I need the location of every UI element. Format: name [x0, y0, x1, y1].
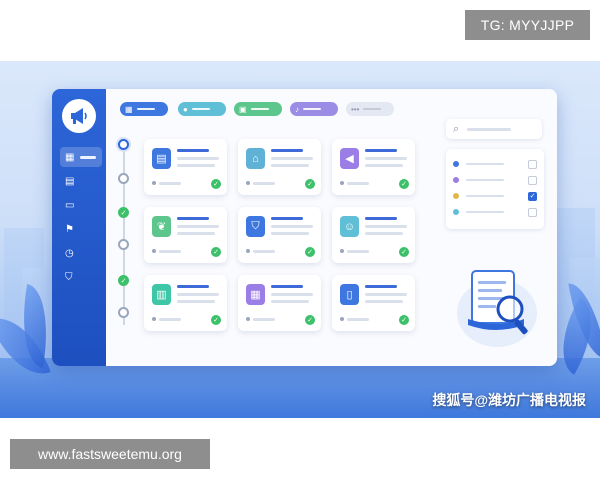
- filter-list: ✓: [446, 149, 544, 229]
- person-card-icon: ☺: [340, 216, 359, 237]
- task-card-environment[interactable]: ❦ ✓: [144, 207, 227, 263]
- document-icon: ▤: [152, 148, 171, 169]
- timeline-node-done[interactable]: ✓: [118, 207, 129, 218]
- building-icon: ⌂: [246, 148, 265, 169]
- chip-users[interactable]: ●: [178, 102, 226, 116]
- more-icon: •••: [351, 104, 360, 114]
- filter-row[interactable]: ✓: [453, 191, 537, 201]
- filter-row[interactable]: [453, 175, 537, 185]
- timeline-node[interactable]: [118, 307, 129, 318]
- check-icon: ✓: [211, 179, 221, 189]
- task-card-document[interactable]: ▤ ✓: [144, 139, 227, 195]
- filter-row[interactable]: [453, 159, 537, 169]
- timeline-node-done[interactable]: ✓: [118, 275, 129, 286]
- progress-timeline: [123, 141, 125, 325]
- search-icon: ⌕: [453, 122, 460, 135]
- megaphone-icon: ◀: [340, 148, 359, 169]
- chip-more[interactable]: •••: [346, 102, 394, 116]
- page: TG: MYYJJPP ▦ ▤ ▭ ⚑ ◷ ⛉ ▦ ● ▣ ♪ ••• ✓ ✓ …: [0, 0, 600, 480]
- right-panel: ⌕ ✓: [446, 103, 544, 363]
- sidebar-item-security[interactable]: ⛉: [60, 267, 100, 287]
- leaf-icon: ❦: [152, 216, 171, 237]
- url-badge: www.fastsweetemu.org: [10, 439, 210, 469]
- sidebar-item-documents[interactable]: ▤: [60, 171, 100, 191]
- search-input[interactable]: ⌕: [446, 119, 542, 139]
- timeline-node[interactable]: [118, 173, 129, 184]
- main-content: ▦ ● ▣ ♪ ••• ✓ ✓ ▤ ✓ ⌂ ✓ ◀ ✓ ❦ ✓ ⛉ ✓ ☺ ✓ …: [106, 89, 557, 366]
- timeline-node-current[interactable]: [118, 139, 129, 150]
- image-icon: ▣: [239, 104, 247, 114]
- check-icon: ✓: [399, 247, 409, 257]
- sidebar-item-history[interactable]: ◷: [60, 243, 100, 263]
- check-icon: ✓: [305, 179, 315, 189]
- timeline-node[interactable]: [118, 239, 129, 250]
- sidebar-item-dashboard[interactable]: ▦: [60, 147, 102, 167]
- shield-check-icon: ⛉: [246, 216, 265, 237]
- user-icon: ●: [183, 104, 188, 114]
- filter-checkbox[interactable]: [528, 175, 537, 185]
- task-card-building[interactable]: ⌂ ✓: [238, 139, 321, 195]
- check-icon: ✓: [211, 247, 221, 257]
- chip-grid[interactable]: ▦: [120, 102, 168, 116]
- megaphone-icon[interactable]: [62, 99, 96, 133]
- chip-notifications[interactable]: ♪: [290, 102, 338, 116]
- sidebar-item-folders[interactable]: ▭: [60, 195, 100, 215]
- document-icon: ▤: [65, 175, 75, 187]
- bell-icon: ♪: [295, 104, 299, 114]
- banner-scene: ▦ ▤ ▭ ⚑ ◷ ⛉ ▦ ● ▣ ♪ ••• ✓ ✓ ▤ ✓ ⌂ ✓ ◀ ✓ …: [0, 61, 600, 418]
- check-icon: ✓: [399, 179, 409, 189]
- bar-chart-icon: ▥: [152, 284, 171, 305]
- book-icon: ▯: [340, 284, 359, 305]
- clipboard-icon: ▦: [246, 284, 265, 305]
- task-card-checklist[interactable]: ▦ ✓: [238, 275, 321, 331]
- shield-icon: ⛉: [65, 271, 73, 283]
- grid-icon: ▦: [65, 151, 75, 163]
- watermark-text: 搜狐号@潍坊广播电视报: [432, 392, 586, 408]
- chip-images[interactable]: ▣: [234, 102, 282, 116]
- grid-icon: ▦: [125, 104, 133, 114]
- filter-checkbox[interactable]: [528, 207, 537, 217]
- filter-row[interactable]: [453, 207, 537, 217]
- check-icon: ✓: [211, 315, 221, 325]
- task-card-announcement[interactable]: ◀ ✓: [332, 139, 415, 195]
- clock-icon: ◷: [65, 247, 74, 259]
- magnifier-document-icon: [454, 253, 540, 349]
- sidebar-item-flags[interactable]: ⚑: [60, 219, 100, 239]
- task-card-identity[interactable]: ☺ ✓: [332, 207, 415, 263]
- top-right-badge: TG: MYYJJPP: [465, 10, 590, 40]
- folder-icon: ▭: [65, 199, 75, 211]
- sidebar: ▦ ▤ ▭ ⚑ ◷ ⛉: [52, 89, 106, 366]
- flag-icon: ⚑: [65, 223, 74, 235]
- dashboard-window: ▦ ▤ ▭ ⚑ ◷ ⛉ ▦ ● ▣ ♪ ••• ✓ ✓ ▤ ✓ ⌂ ✓ ◀ ✓ …: [52, 89, 557, 366]
- check-icon: ✓: [399, 315, 409, 325]
- check-icon: ✓: [305, 247, 315, 257]
- task-card-statistics[interactable]: ▥ ✓: [144, 275, 227, 331]
- task-card-security[interactable]: ⛉ ✓: [238, 207, 321, 263]
- check-icon: ✓: [305, 315, 315, 325]
- task-card-library[interactable]: ▯ ✓: [332, 275, 415, 331]
- filter-checkbox-checked[interactable]: ✓: [528, 191, 537, 201]
- filter-checkbox[interactable]: [528, 159, 537, 169]
